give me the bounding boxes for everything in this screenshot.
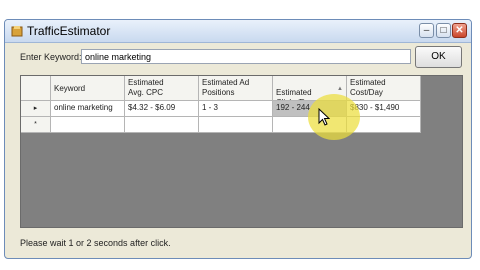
main-window: TrafficEstimator – □ ✕ Enter Keyword: OK… xyxy=(4,19,472,259)
results-grid: Keyword Estimated Avg. CPC Estimated Ad … xyxy=(20,75,463,228)
minimize-button[interactable]: – xyxy=(419,23,434,38)
maximize-button[interactable]: □ xyxy=(436,23,451,38)
cell-avg-cpc[interactable]: $4.32 - $6.09 xyxy=(125,101,199,117)
column-header-clicks-day-label: Estimated Clicks/Day xyxy=(276,88,314,100)
close-button[interactable]: ✕ xyxy=(452,23,467,38)
new-row-cell[interactable] xyxy=(51,117,125,133)
new-row-cell[interactable] xyxy=(199,117,273,133)
column-header-cost-day[interactable]: Estimated Cost/Day xyxy=(347,76,421,101)
cell-ad-positions[interactable]: 1 - 3 xyxy=(199,101,273,117)
ok-button[interactable]: OK xyxy=(415,46,462,68)
app-icon xyxy=(11,26,23,37)
column-header-ad-positions[interactable]: Estimated Ad Positions xyxy=(199,76,273,101)
row-marker-current[interactable]: ▸ xyxy=(21,101,51,117)
cell-keyword[interactable]: online marketing xyxy=(51,101,125,117)
window-title: TrafficEstimator xyxy=(27,24,111,38)
grid-corner xyxy=(21,76,51,101)
row-marker-new[interactable]: * xyxy=(21,117,51,133)
column-header-keyword[interactable]: Keyword xyxy=(51,76,125,101)
cursor-highlight xyxy=(308,94,360,140)
column-header-avg-cpc[interactable]: Estimated Avg. CPC xyxy=(125,76,199,101)
mouse-pointer-icon xyxy=(318,108,330,126)
sort-ascending-icon: ▲ xyxy=(337,86,343,92)
title-bar[interactable]: TrafficEstimator – □ ✕ xyxy=(5,20,471,43)
keyword-label: Enter Keyword: xyxy=(20,52,82,62)
status-text: Please wait 1 or 2 seconds after click. xyxy=(20,238,171,248)
new-row-cell[interactable] xyxy=(125,117,199,133)
keyword-input[interactable] xyxy=(81,49,411,64)
